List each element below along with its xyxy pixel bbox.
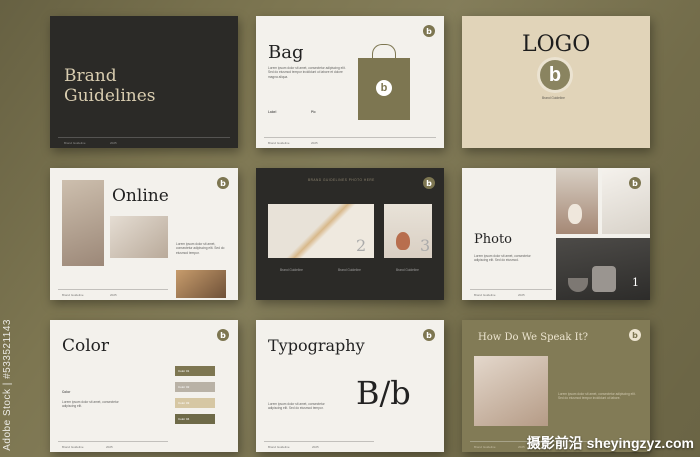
- ceramic-jar-icon: [592, 266, 616, 292]
- b-logo-icon: b: [217, 177, 229, 189]
- caption-2: Brand Guideline: [338, 268, 361, 272]
- site-watermark: 摄影前沿 sheyingzyz.com: [526, 435, 694, 451]
- b-logo-icon: b: [629, 329, 641, 341]
- gallery-header: BRAND GUIDELINES PHOTO HERE: [308, 178, 375, 182]
- bag-label-1: Label: [268, 110, 277, 114]
- bag-body: Lorem ipsum dolor sit amet, consectetur …: [268, 66, 346, 79]
- footer-left: Brand Guideline: [474, 293, 496, 297]
- divider: [264, 441, 374, 442]
- bag-illustration: b: [358, 44, 410, 120]
- logo-letter: b: [426, 330, 432, 340]
- photo-body: Lorem ipsum dolor sit amet, consectetur …: [474, 254, 531, 263]
- logo-letter: b: [380, 82, 388, 94]
- stock-watermark: Adobe Stock | #533521143: [2, 319, 13, 451]
- footer-left: Brand Guideline: [268, 141, 290, 145]
- footer-right: 2025: [312, 445, 319, 449]
- logo-letter: b: [220, 178, 226, 188]
- logo-letter: b: [632, 178, 638, 188]
- slide-typography: Typography b B/b Lorem ipsum dolor sit a…: [256, 320, 444, 452]
- number-1: 1: [632, 276, 639, 289]
- slide-online: Online b Lorem ipsum dolor sit amet, con…: [50, 168, 238, 300]
- slide-photo: 1 Photo b Lorem ipsum dolor sit amet, co…: [462, 168, 650, 300]
- footer-left: Brand Guideline: [268, 445, 290, 449]
- footer-right: 2025: [110, 293, 117, 297]
- pottery-photo: [176, 270, 226, 298]
- logo-letter: b: [632, 330, 638, 340]
- footer-right: 2025: [518, 445, 525, 449]
- swatch-grey: Color 02: [175, 382, 215, 392]
- logo-letter: b: [426, 26, 432, 36]
- footer-right: 2025: [106, 445, 113, 449]
- footer-right: 2025: [110, 141, 117, 145]
- footer-left: Brand Guideline: [62, 293, 84, 297]
- color-body: Lorem ipsum dolor sit amet, consectetur …: [62, 400, 119, 409]
- b-logo-icon: b: [423, 329, 435, 341]
- divider: [58, 441, 168, 442]
- white-wall-photo: [602, 168, 650, 234]
- caption-1: Brand Guideline: [280, 268, 303, 272]
- divider: [264, 137, 436, 138]
- flower-vase-icon: [568, 204, 582, 224]
- online-title: Online: [112, 186, 169, 206]
- footer-left: Brand Guideline: [474, 445, 496, 449]
- logo-letter: b: [220, 330, 226, 340]
- logo-letter: b: [548, 63, 562, 86]
- typography-sample: B/b: [356, 374, 411, 412]
- slide-photo-gallery: BRAND GUIDELINES PHOTO HERE b 2 3 Brand …: [256, 168, 444, 300]
- b-logo-icon: b: [423, 177, 435, 189]
- b-logo-icon: b: [217, 329, 229, 341]
- b-logo-icon: b: [629, 177, 641, 189]
- fabric-photo: [110, 216, 168, 258]
- footer-right: 2025: [311, 141, 318, 145]
- typography-body: Lorem ipsum dolor sit amet, consectetur …: [268, 402, 325, 411]
- bag-logo-icon: b: [376, 80, 392, 96]
- ceramic-bowl-icon: [568, 278, 588, 292]
- brand-title-line2: Guidelines: [64, 86, 156, 106]
- flower-photo: [556, 168, 598, 234]
- swatch-beige: Color 03: [175, 398, 215, 408]
- logo-caption: Brand Guideline: [542, 96, 565, 100]
- number-2: 2: [356, 236, 367, 255]
- typography-title: Typography: [268, 336, 365, 355]
- swatch-label: Color 04: [178, 417, 190, 421]
- footer-left: Brand Guideline: [64, 141, 86, 145]
- slide-color: Color b Color Lorem ipsum dolor sit amet…: [50, 320, 238, 452]
- hand-photo: [62, 180, 104, 266]
- bag-label-2: Pic: [311, 110, 316, 114]
- speak-title: How Do We Speak It?: [478, 332, 588, 343]
- slide-brand-guidelines: Brand Guidelines Brand Guideline 2025: [50, 16, 238, 148]
- caption-3: Brand Guideline: [396, 268, 419, 272]
- slide-bag: Bag b Lorem ipsum dolor sit amet, consec…: [256, 16, 444, 148]
- brand-title: Brand Guidelines: [64, 66, 156, 106]
- swatch-label: Color 03: [178, 401, 190, 405]
- online-body: Lorem ipsum dolor sit amet, consectetur …: [176, 242, 225, 255]
- swatch-label: Color 02: [178, 385, 190, 389]
- footer-left: Brand Guideline: [62, 445, 84, 449]
- slide-logo: LOGO b Brand Guideline: [462, 16, 650, 148]
- swatch-label: Color 01: [178, 369, 190, 373]
- ceramics-photo: [556, 238, 650, 300]
- brand-title-line1: Brand: [64, 66, 117, 86]
- color-title: Color: [62, 336, 110, 356]
- logo-title: LOGO: [522, 32, 591, 57]
- b-logo-icon: b: [423, 25, 435, 37]
- bag-title: Bag: [268, 42, 304, 63]
- vase-icon: [396, 232, 410, 250]
- divider: [470, 289, 552, 290]
- divider: [58, 137, 230, 138]
- bag-handle: [372, 44, 396, 61]
- photo-title: Photo: [474, 232, 512, 247]
- footer-right: 2025: [518, 293, 525, 297]
- color-label: Color: [62, 390, 71, 394]
- divider: [58, 289, 168, 290]
- logo-mark-icon: b: [540, 60, 570, 90]
- number-3: 3: [420, 236, 431, 255]
- swatch-olive: Color 01: [175, 366, 215, 376]
- speak-body: Lorem ipsum dolor sit amet, consectetur …: [558, 392, 636, 401]
- swatch-dark-olive: Color 04: [175, 414, 215, 424]
- logo-letter: b: [426, 178, 432, 188]
- portrait-photo: [474, 356, 548, 426]
